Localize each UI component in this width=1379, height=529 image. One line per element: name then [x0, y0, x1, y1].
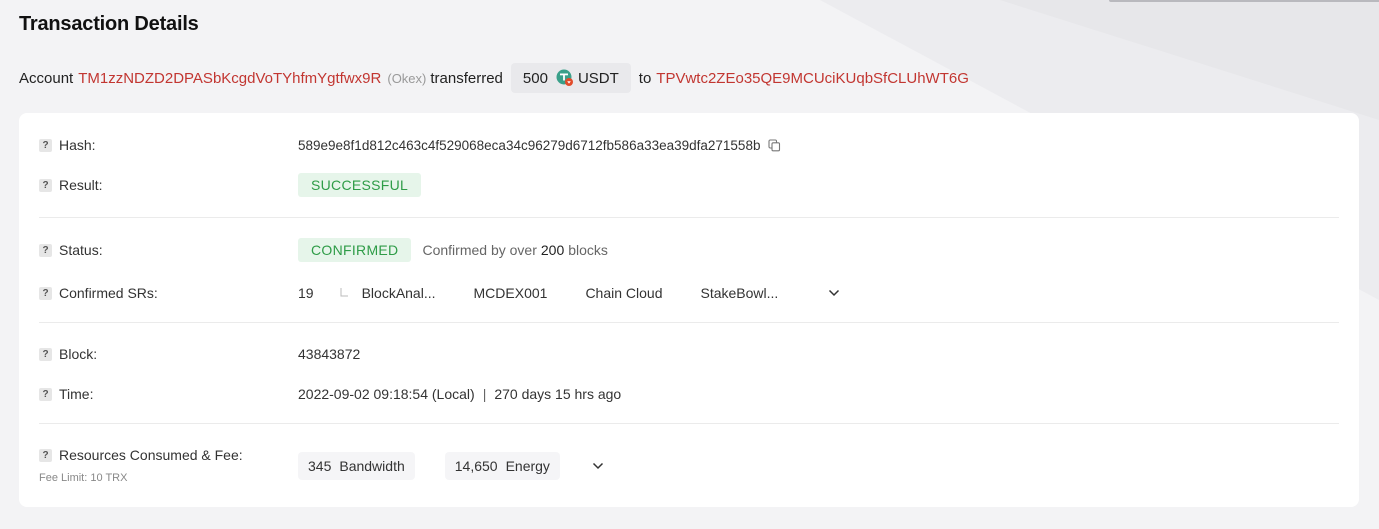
block-row: ? Block: 43843872: [39, 344, 1339, 364]
status-label-group: ? Status:: [39, 242, 103, 258]
amount-value: 500: [522, 69, 548, 87]
divider: [39, 423, 1339, 424]
energy-label: Energy: [505, 458, 550, 474]
hash-label-group: ? Hash:: [39, 137, 96, 153]
block-number-link[interactable]: 43843872: [298, 346, 360, 362]
tether-token-icon: [556, 69, 574, 87]
page-title: Transaction Details: [19, 13, 199, 35]
amount-pill: 500 USDT: [510, 63, 631, 93]
chevron-down-icon[interactable]: [592, 462, 604, 470]
bandwidth-value: 345: [308, 458, 332, 474]
hash-value-group: 589e9e8f1d812c463c4f529068eca34c96279d67…: [298, 138, 781, 153]
sr-item[interactable]: Chain Cloud: [585, 285, 662, 301]
result-label-group: ? Result:: [39, 177, 103, 193]
resources-values-row: 345 Bandwidth 14,650 Energy: [39, 452, 1339, 480]
chevron-down-icon[interactable]: [828, 289, 840, 297]
from-address-tag: (Okex): [387, 70, 427, 86]
status-note-suffix: blocks: [568, 242, 608, 258]
time-label: Time:: [59, 386, 94, 402]
result-row: ? Result: SUCCESSFUL: [39, 173, 1339, 197]
time-value-group: 2022-09-02 09:18:54 (Local) | 270 days 1…: [298, 386, 621, 402]
time-row: ? Time: 2022-09-02 09:18:54 (Local) | 27…: [39, 384, 1339, 404]
hash-label: Hash:: [59, 137, 96, 153]
hash-row: ? Hash: 589e9e8f1d812c463c4f529068eca34c…: [39, 135, 1339, 155]
token-symbol-link[interactable]: USDT: [578, 70, 619, 87]
time-value: 2022-09-02 09:18:54 (Local): [298, 386, 475, 402]
bandwidth-pill: 345 Bandwidth: [298, 452, 415, 480]
from-address-link[interactable]: TM1zzNDZD2DPASbKcgdVoTYhfmYgtfwx9R: [78, 70, 381, 87]
details-card: ? Hash: 589e9e8f1d812c463c4f529068eca34c…: [19, 113, 1359, 507]
confirmed-srs-value-group: 19 BlockAnal... MCDEX001 Chain Cloud Sta…: [298, 285, 840, 301]
question-icon[interactable]: ?: [39, 387, 52, 401]
time-ago: 270 days 15 hrs ago: [494, 386, 622, 402]
status-label: Status:: [59, 242, 103, 258]
energy-value: 14,650: [454, 458, 498, 474]
time-label-group: ? Time:: [39, 386, 93, 402]
transfer-summary: Account TM1zzNDZD2DPASbKcgdVoTYhfmYgtfwx…: [19, 63, 969, 93]
question-icon[interactable]: ?: [39, 347, 52, 361]
tree-branch-icon: [340, 288, 348, 298]
copy-icon[interactable]: [768, 138, 781, 152]
energy-pill: 14,650 Energy: [444, 452, 560, 480]
block-label: Block:: [59, 346, 98, 362]
bandwidth-label: Bandwidth: [339, 458, 405, 474]
to-word: to: [638, 69, 652, 87]
question-icon[interactable]: ?: [39, 243, 52, 257]
confirmed-srs-label-group: ? Confirmed SRs:: [39, 285, 158, 301]
divider: [39, 322, 1339, 323]
confirmed-srs-label: Confirmed SRs:: [59, 285, 158, 301]
divider: [39, 217, 1339, 218]
resources-value-group: 345 Bandwidth 14,650 Energy: [298, 452, 604, 480]
question-icon[interactable]: ?: [39, 138, 52, 152]
question-icon[interactable]: ?: [39, 178, 52, 192]
question-icon[interactable]: ?: [39, 286, 52, 300]
block-label-group: ? Block:: [39, 346, 97, 362]
window-shadow: [1109, 0, 1379, 2]
account-word: Account: [19, 69, 74, 87]
sr-item[interactable]: StakeBowl...: [701, 285, 779, 301]
action-word: transferred: [430, 69, 503, 87]
sr-item[interactable]: MCDEX001: [474, 285, 548, 301]
result-badge: SUCCESSFUL: [298, 173, 422, 197]
result-label: Result:: [59, 177, 103, 193]
to-address-link[interactable]: TPVwtc2ZEo35QE9MCUciKUqbSfCLUhWT6G: [656, 70, 969, 87]
hash-value: 589e9e8f1d812c463c4f529068eca34c96279d67…: [298, 137, 761, 153]
confirmed-srs-count: 19: [298, 285, 314, 301]
status-note-count: 200: [540, 242, 565, 258]
result-value-group: SUCCESSFUL: [298, 173, 422, 197]
status-value-group: CONFIRMED Confirmed by over 200 blocks: [298, 238, 608, 262]
sr-item[interactable]: BlockAnal...: [362, 285, 436, 301]
block-value-group: 43843872: [298, 346, 360, 362]
time-separator: |: [482, 386, 487, 402]
status-badge: CONFIRMED: [298, 238, 412, 262]
status-note-prefix: Confirmed by over: [422, 242, 537, 258]
status-row: ? Status: CONFIRMED Confirmed by over 20…: [39, 238, 1339, 262]
confirmed-srs-row: ? Confirmed SRs: 19 BlockAnal... MCDEX00…: [39, 283, 1339, 303]
